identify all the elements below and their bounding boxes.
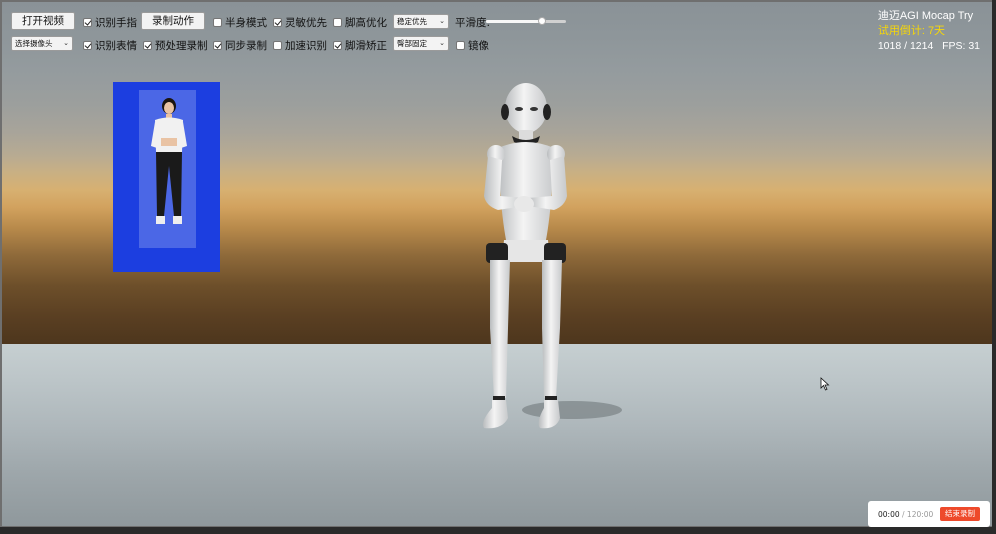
avatar-3d-model	[483, 83, 567, 429]
checkbox-box[interactable]	[333, 41, 342, 50]
open-video-button[interactable]: 打开视频	[11, 12, 75, 30]
trial-countdown: 试用倒计: 7天	[877, 25, 946, 37]
camera-preview	[113, 82, 220, 272]
chevron-down-icon: ⌄	[439, 17, 445, 25]
select-value: 臀部固定	[397, 39, 427, 48]
frame-counter: 1018 / 1214	[877, 40, 934, 52]
hip-fix-select[interactable]: 臀部固定 ⌄	[393, 36, 449, 51]
preprocess-record-checkbox[interactable]: 预处理录制	[143, 38, 208, 53]
person-figure	[151, 98, 187, 224]
checkbox-box[interactable]	[83, 41, 92, 50]
record-action-button[interactable]: 录制动作	[141, 12, 205, 30]
select-value: 稳定优先	[397, 17, 427, 26]
sensitive-priority-checkbox[interactable]: 灵敏优先	[273, 15, 327, 30]
checkbox-label: 灵敏优先	[285, 17, 327, 29]
checkbox-box[interactable]	[333, 18, 342, 27]
priority-select[interactable]: 稳定优先 ⌄	[393, 14, 449, 29]
checkbox-box[interactable]	[83, 18, 92, 27]
checkbox-box[interactable]	[143, 41, 152, 50]
status-overlay: 迪迈AGI Mocap Try 试用倒计: 7天 1018 / 1214 FPS…	[878, 8, 980, 54]
slider-fill	[486, 20, 542, 23]
elapsed-time: 00:00	[878, 509, 900, 519]
smoothness-slider[interactable]	[486, 17, 566, 25]
recording-timer: 00:00 / 120:00	[878, 510, 933, 519]
frame-stats: 1018 / 1214 FPS: 31	[878, 39, 980, 54]
checkbox-label: 同步录制	[225, 40, 267, 52]
face-recognition-checkbox[interactable]: 识别表情	[83, 38, 137, 53]
sync-record-checkbox[interactable]: 同步录制	[213, 38, 267, 53]
checkbox-box[interactable]	[213, 41, 222, 50]
foot-slide-checkbox[interactable]: 脚滑矫正	[333, 38, 387, 53]
checkbox-box[interactable]	[456, 41, 465, 50]
checkbox-box[interactable]	[273, 41, 282, 50]
checkbox-label: 脚滑矫正	[345, 40, 387, 52]
recording-panel: 00:00 / 120:00 结束录制	[868, 501, 990, 527]
app-title: 迪迈AGI Mocap Try	[877, 10, 974, 22]
mouse-cursor-icon	[820, 377, 830, 391]
checkbox-box[interactable]	[213, 18, 222, 27]
viewport-3d[interactable]: 打开视频 识别手指 录制动作 半身模式 灵敏优先 脚高优化 稳定优先 ⌄ 平滑度…	[0, 0, 996, 534]
select-value: 选择摄像头	[15, 39, 53, 48]
chevron-down-icon: ⌄	[439, 39, 445, 47]
checkbox-label: 镜像	[468, 40, 489, 52]
camera-select[interactable]: 选择摄像头 ⌄	[11, 36, 73, 51]
window-border-right	[992, 0, 996, 534]
window-border-bottom	[0, 527, 996, 534]
hand-recognition-checkbox[interactable]: 识别手指	[83, 15, 137, 30]
half-body-checkbox[interactable]: 半身模式	[213, 15, 267, 30]
checkbox-box[interactable]	[273, 18, 282, 27]
checkbox-label: 预处理录制	[155, 40, 208, 52]
foot-height-checkbox[interactable]: 脚高优化	[333, 15, 387, 30]
checkbox-label: 识别表情	[95, 40, 137, 52]
total-time: 120:00	[906, 509, 934, 519]
time-separator: /	[899, 509, 907, 519]
checkbox-label: 脚高优化	[345, 17, 387, 29]
fps-counter: FPS: 31	[942, 40, 980, 52]
speed-recognition-checkbox[interactable]: 加速识别	[273, 38, 327, 53]
end-recording-button[interactable]: 结束录制	[940, 507, 980, 521]
checkbox-label: 半身模式	[225, 17, 267, 29]
chevron-down-icon: ⌄	[63, 39, 69, 47]
slider-thumb[interactable]	[538, 17, 546, 25]
checkbox-label: 加速识别	[285, 40, 327, 52]
checkbox-label: 识别手指	[95, 17, 137, 29]
mirror-checkbox[interactable]: 镜像	[456, 38, 489, 53]
smoothness-label: 平滑度:	[455, 17, 491, 29]
